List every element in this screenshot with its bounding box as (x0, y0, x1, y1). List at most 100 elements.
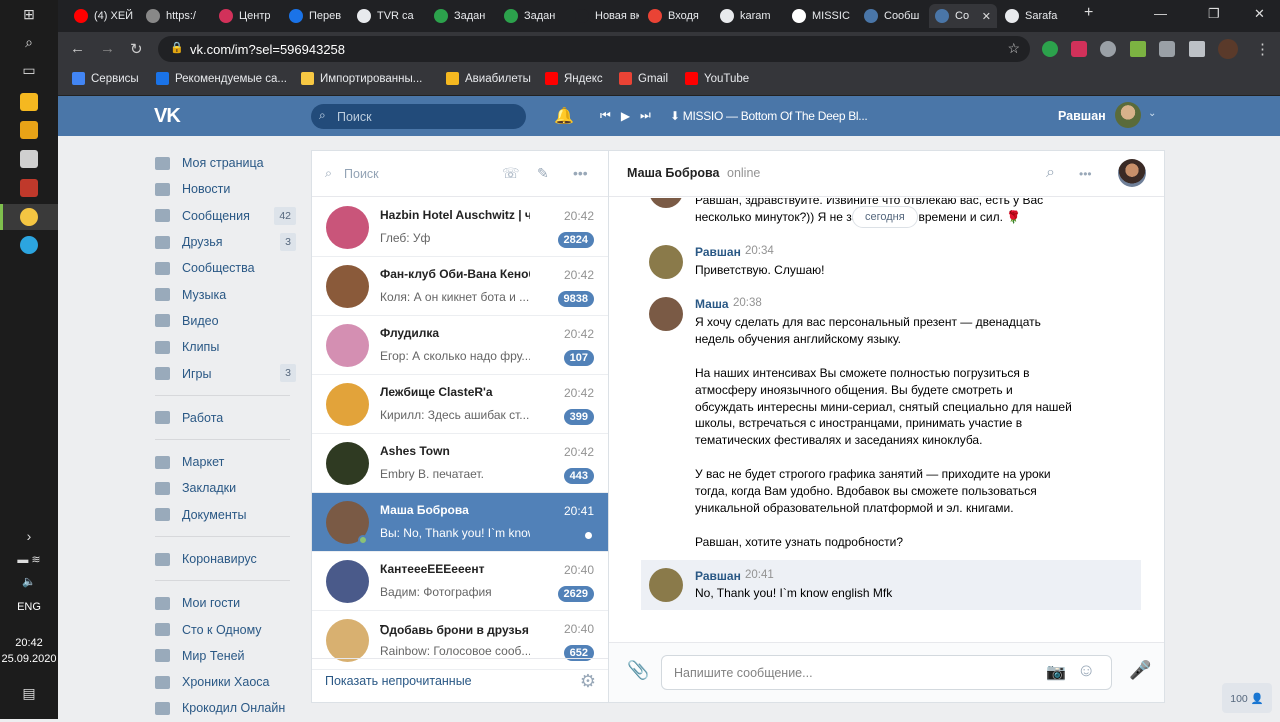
bell-icon[interactable]: 🔔 (554, 106, 574, 126)
sidebar-item[interactable]: Новости (155, 176, 300, 202)
sidebar-item[interactable]: Мир Теней (155, 643, 300, 669)
sidebar-item[interactable]: Закладки (155, 475, 300, 501)
message-time[interactable]: 20:41 (745, 569, 774, 581)
browser-tab[interactable]: MISSIC (786, 4, 856, 28)
store-icon[interactable] (20, 121, 38, 139)
dialog-item[interactable]: Флудилка 20:42 Егор: А сколько надо фру...… (312, 316, 608, 375)
current-track[interactable]: ⬇ MISSIO — Bottom Of The Deep Bl... (670, 109, 868, 123)
more-icon[interactable]: ••• (573, 165, 588, 181)
extension-icon[interactable] (1100, 41, 1116, 57)
dialog-search[interactable]: ⌕ Поиск ☏ ✎ ••• (312, 151, 608, 197)
sidebar-item[interactable]: Сообщества (155, 255, 300, 281)
dialog-item[interactable]: Ashes Town 20:42 Embry B. печатает. 443 (312, 434, 608, 493)
task-view-icon[interactable]: ▭ (14, 60, 44, 80)
minimize-icon[interactable]: — (1154, 6, 1167, 21)
next-track-icon[interactable]: ⏭ (640, 108, 651, 123)
sidebar-item[interactable]: Работа (155, 405, 300, 431)
download-extension-icon[interactable] (1130, 41, 1146, 57)
bookmark-item[interactable]: Импортированны... (301, 72, 422, 85)
bookmark-star-icon[interactable]: ☆ (1007, 40, 1020, 57)
vk-search-input[interactable]: ⌕ Поиск (311, 104, 526, 129)
emoji-icon[interactable]: ☺ (1077, 660, 1095, 681)
sidebar-item[interactable]: Крокодил Онлайн (155, 695, 300, 721)
browser-tab[interactable]: Задан (498, 4, 566, 28)
search-icon[interactable]: ⌕ (1046, 164, 1055, 182)
sidebar-item[interactable]: Сообщения 42 (155, 203, 300, 229)
sidebar-item[interactable]: Видео (155, 308, 300, 334)
dialog-item[interactable]: Hazbin Hotel Auschwitz | ч... 20:42 Глеб: … (312, 198, 608, 257)
chevron-up-icon[interactable]: › (14, 526, 44, 546)
chat-partner-avatar[interactable] (1118, 159, 1146, 187)
sidebar-item[interactable]: Мои гости (155, 590, 300, 616)
close-window-icon[interactable]: ✕ (1254, 6, 1265, 22)
message-input[interactable]: Напишите сообщение... (661, 655, 1112, 690)
bookmark-item[interactable]: Gmail (619, 72, 668, 85)
sidebar-item[interactable]: Музыка (155, 281, 300, 307)
clock-time[interactable]: 20:42 (0, 637, 58, 649)
dialog-item[interactable]: Лежбище ClasteR'a 20:42 Кирилл: Здесь ашиб… (312, 375, 608, 434)
volume-icon[interactable]: 🔈 (14, 571, 44, 591)
sidebar-item[interactable]: Сто к Одному (155, 616, 300, 642)
sidebar-item[interactable]: Друзья 3 (155, 229, 300, 255)
avatar[interactable] (649, 198, 683, 208)
language-indicator[interactable]: ENG (0, 601, 58, 613)
url-text[interactable]: vk.com/im?sel=596943258 (190, 42, 345, 57)
maximize-icon[interactable]: ❐ (1208, 6, 1220, 22)
avatar[interactable] (649, 568, 683, 602)
media-icon[interactable] (1189, 41, 1205, 57)
browser-tab[interactable]: Входя (642, 4, 712, 28)
attach-icon[interactable]: 📎 (627, 660, 649, 681)
menu-icon[interactable]: ⋮ (1255, 40, 1270, 58)
telegram-icon[interactable] (20, 236, 38, 254)
extension-icon[interactable] (1071, 41, 1087, 57)
start-icon[interactable]: ⊞ (14, 4, 44, 24)
extension-icon[interactable] (1042, 41, 1058, 57)
more-icon[interactable]: ••• (1079, 167, 1092, 181)
address-bar[interactable]: 🔒 vk.com/im?sel=596943258 ☆ (158, 36, 1030, 62)
prev-track-icon[interactable]: ⏮ (600, 108, 611, 123)
browser-tab[interactable]: Новая вкла (569, 4, 639, 28)
notifications-icon[interactable]: ▤ (14, 683, 44, 703)
message-author[interactable]: Маша (695, 297, 729, 311)
sidebar-item[interactable]: Хроники Хаоса (155, 669, 300, 695)
browser-tab[interactable]: TVR са (351, 4, 425, 28)
online-counter[interactable]: 100 👤 (1222, 683, 1272, 713)
chrome-icon[interactable] (20, 208, 38, 226)
close-tab-icon[interactable]: ✕ (982, 10, 991, 23)
avatar[interactable] (649, 297, 683, 331)
message-author[interactable]: Равшан (695, 245, 741, 259)
browser-tab[interactable]: Задан (428, 4, 496, 28)
bookmark-item[interactable]: Авиабилеты (446, 72, 531, 85)
bookmark-item[interactable]: YouTube (685, 72, 749, 85)
reload-icon[interactable]: ↻ (130, 40, 143, 58)
browser-tab[interactable]: Перев (283, 4, 349, 28)
message-author[interactable]: Равшан (695, 569, 741, 583)
search-icon[interactable]: ⌕ (14, 32, 44, 52)
browser-tab[interactable]: Сообш (858, 4, 927, 28)
chat-partner-name[interactable]: Маша Боброва (627, 166, 719, 180)
browser-tab[interactable]: Sarafa (999, 4, 1071, 28)
new-call-icon[interactable]: ☏ (502, 165, 520, 182)
photos-icon[interactable] (20, 150, 38, 168)
message-history[interactable]: Равшан, здравствуйте. Извините что отвле… (609, 198, 1164, 643)
microphone-icon[interactable]: 🎤 (1129, 660, 1151, 681)
file-explorer-icon[interactable] (20, 93, 38, 111)
back-icon[interactable]: ← (70, 40, 85, 57)
vk-logo[interactable]: VK (154, 105, 181, 128)
bookmark-item[interactable]: Сервисы (72, 72, 139, 85)
sidebar-item[interactable]: Коронавирус (155, 546, 300, 572)
gear-icon[interactable]: ⚙ (580, 671, 596, 692)
new-tab-button[interactable]: + (1084, 4, 1093, 22)
browser-tab[interactable]: karam (714, 4, 784, 28)
play-icon[interactable]: ▶ (621, 109, 630, 123)
bookmark-item[interactable]: Яндекс (545, 72, 603, 85)
avatar[interactable] (649, 245, 683, 279)
chevron-down-icon[interactable]: ⌄ (1148, 108, 1156, 119)
user-name[interactable]: Равшан (1058, 109, 1106, 123)
message-time[interactable]: 20:38 (733, 297, 762, 309)
dialog-item[interactable]: Маша Боброва 20:41 Вы: No, Thank you! I`m … (312, 493, 608, 552)
profile-avatar[interactable] (1218, 39, 1238, 59)
browser-tab[interactable]: https:/ (140, 4, 210, 28)
dialog-item[interactable]: Фан-клуб Оби-Вана Кеноби 20:42 Коля: А он … (312, 257, 608, 316)
browser-tab[interactable]: Co ✕ (929, 4, 997, 28)
